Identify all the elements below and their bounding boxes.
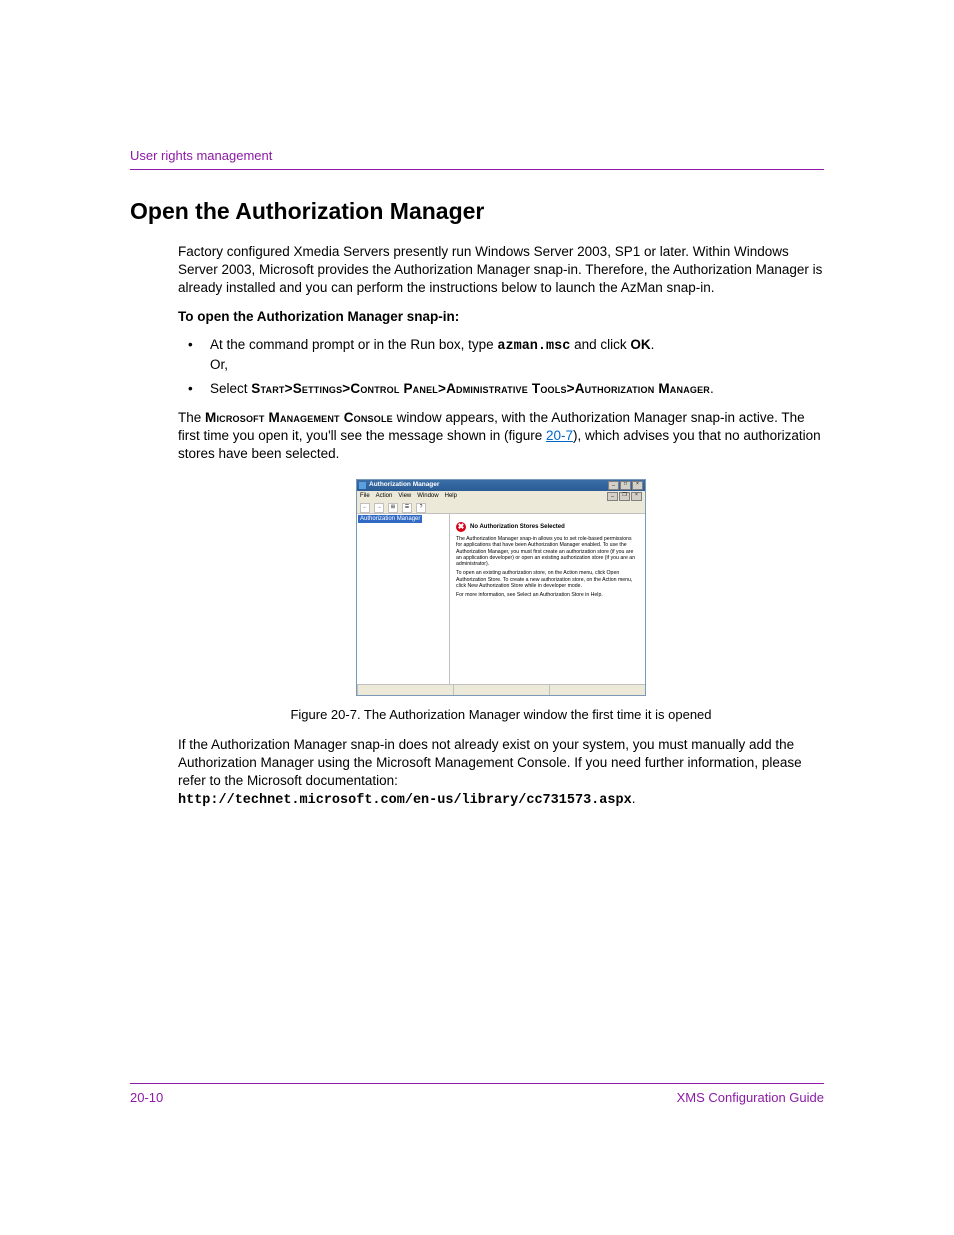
- child-restore-button[interactable]: ❐: [619, 492, 630, 501]
- window-titlebar: Authorization Manager _ □ ×: [357, 480, 645, 491]
- app-icon: [359, 482, 366, 489]
- menu-bar: File Action View Window Help _ ❐ ×: [357, 491, 645, 502]
- page-footer: 20-10 XMS Configuration Guide: [130, 1083, 824, 1105]
- page-number: 20-10: [130, 1090, 163, 1105]
- minimize-button[interactable]: _: [608, 481, 619, 490]
- step2-path: Start>Settings>Control Panel>Administrat…: [251, 381, 710, 396]
- running-header: User rights management: [130, 148, 824, 163]
- toolbar: ← → ⊞ ☰ ?: [357, 502, 645, 514]
- step1-ok: OK: [630, 337, 650, 352]
- post-figure-text: If the Authorization Manager snap-in doe…: [178, 737, 802, 788]
- tree-pane: Authorization Manager: [357, 514, 450, 684]
- help-button[interactable]: ?: [416, 503, 426, 513]
- body-content: Factory configured Xmedia Servers presen…: [178, 243, 824, 811]
- status-bar: [357, 684, 645, 695]
- step1-command: azman.msc: [497, 339, 570, 354]
- message-header: ✖ No Authorization Stores Selected: [456, 522, 639, 532]
- message-title: No Authorization Stores Selected: [470, 523, 565, 531]
- child-close-button[interactable]: ×: [631, 492, 642, 501]
- message-p2: To open an existing authorization store,…: [456, 570, 639, 589]
- figure-reference-link[interactable]: 20-7: [546, 428, 573, 443]
- page: User rights management Open the Authoriz…: [0, 0, 954, 1235]
- doc-url: http://technet.microsoft.com/en-us/libra…: [178, 793, 632, 808]
- step1-or: Or,: [210, 356, 824, 374]
- result-paragraph: The Microsoft Management Console window …: [178, 409, 824, 464]
- step2-prefix: Select: [210, 381, 251, 396]
- figure-caption: Figure 20-7. The Authorization Manager w…: [178, 706, 824, 724]
- window-title: Authorization Manager: [369, 481, 608, 490]
- post-figure-suffix: .: [632, 791, 636, 806]
- forward-button[interactable]: →: [374, 503, 384, 513]
- child-minimize-button[interactable]: _: [607, 492, 618, 501]
- back-button[interactable]: ←: [360, 503, 370, 513]
- doc-title: XMS Configuration Guide: [677, 1090, 824, 1105]
- result-mmc: Microsoft Management Console: [205, 410, 393, 425]
- procedure-step-1: At the command prompt or in the Run box,…: [178, 336, 824, 374]
- header-rule: [130, 169, 824, 170]
- step1-suffix: .: [651, 337, 655, 352]
- message-p3: For more information, see Select an Auth…: [456, 592, 639, 598]
- up-button[interactable]: ⊞: [388, 503, 398, 513]
- page-title: Open the Authorization Manager: [130, 198, 824, 225]
- error-icon: ✖: [456, 522, 466, 532]
- close-button[interactable]: ×: [632, 481, 643, 490]
- step2-suffix: .: [710, 381, 714, 396]
- menu-help[interactable]: Help: [445, 492, 457, 501]
- maximize-button[interactable]: □: [620, 481, 631, 490]
- intro-paragraph: Factory configured Xmedia Servers presen…: [178, 243, 824, 298]
- procedure-heading: To open the Authorization Manager snap-i…: [178, 308, 824, 326]
- procedure-step-2: Select Start>Settings>Control Panel>Admi…: [178, 380, 824, 398]
- menu-file[interactable]: File: [360, 492, 370, 501]
- tree-root-item[interactable]: Authorization Manager: [358, 515, 422, 523]
- detail-pane: ✖ No Authorization Stores Selected The A…: [450, 514, 645, 684]
- figure-container: Authorization Manager _ □ × File Action …: [178, 479, 824, 724]
- footer-rule: [130, 1083, 824, 1084]
- azman-screenshot: Authorization Manager _ □ × File Action …: [356, 479, 646, 696]
- step1-prefix: At the command prompt or in the Run box,…: [210, 337, 497, 352]
- procedure-list: At the command prompt or in the Run box,…: [178, 336, 824, 399]
- message-p1: The Authorization Manager snap-in allows…: [456, 536, 639, 567]
- content-area: Authorization Manager ✖ No Authorization…: [357, 514, 645, 684]
- menu-window[interactable]: Window: [417, 492, 438, 501]
- menu-view[interactable]: View: [398, 492, 411, 501]
- window-buttons: _ □ ×: [608, 481, 643, 490]
- properties-button[interactable]: ☰: [402, 503, 412, 513]
- result-pre: The: [178, 410, 205, 425]
- post-figure-paragraph: If the Authorization Manager snap-in doe…: [178, 736, 824, 811]
- step1-mid: and click: [570, 337, 630, 352]
- menu-action[interactable]: Action: [376, 492, 393, 501]
